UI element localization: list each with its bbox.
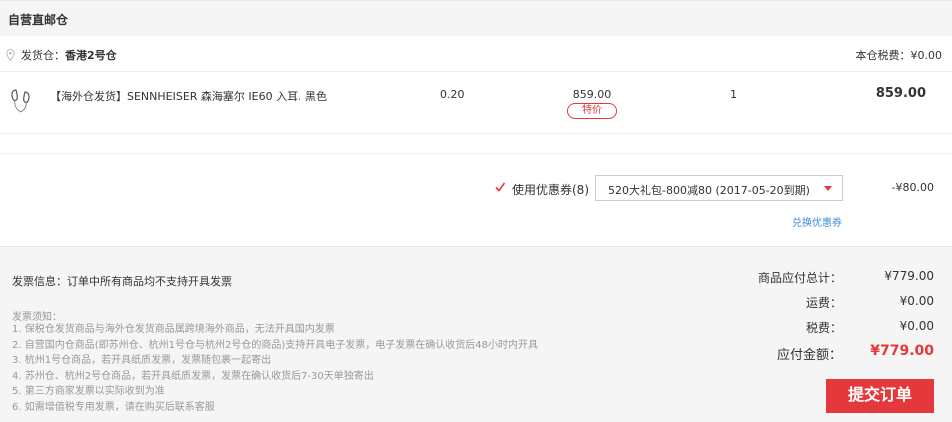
shipping-value: ¥0.00 — [899, 294, 934, 308]
goods-total-label: 商品应付总计： — [757, 271, 842, 285]
product-color: 黑色 — [305, 90, 327, 103]
product-subtotal: 859.00 — [875, 86, 926, 101]
warehouse-tax-label: 本仓税费： — [855, 49, 911, 62]
product-price: 859.00 — [572, 88, 612, 101]
exchange-coupon-link[interactable]: 兑换优惠券 — [792, 214, 842, 229]
coupon-label[interactable]: 使用优惠券(8) — [512, 181, 589, 198]
invoice-notice-item: 3. 杭州1号仓商品，若开具纸质发票，发票随包裹一起寄出 — [12, 355, 272, 367]
coupon-area: 使用优惠券(8) 520大礼包-800减80 (2017-05-20到期) -¥… — [0, 154, 952, 246]
invoice-notice-list: 1. 保税仓发货商品与海外仓发货商品属跨境海外商品，无法开具国内发票 2. 自营… — [12, 322, 538, 416]
product-quantity: 1 — [730, 88, 737, 101]
product-row: 【海外仓发货】SENNHEISER 森海塞尔 IE60 入耳... 黑色 0.2… — [0, 72, 952, 134]
order-summary-area: 发票信息：订单中所有商品均不支持开具发票 发票须知： 1. 保税仓发货商品与海外… — [0, 246, 952, 422]
shipping-label: 运费： — [805, 296, 842, 310]
invoice-notice-item: 6. 如需增值税专用发票，请在购买后联系客服 — [12, 401, 215, 413]
product-name-link[interactable]: 【海外仓发货】SENNHEISER 森海塞尔 IE60 入耳... — [50, 88, 300, 104]
section-title: 自营直邮仓 — [8, 13, 69, 27]
caret-down-icon — [824, 186, 832, 191]
invoice-info: 发票信息：订单中所有商品均不支持开具发票 — [12, 275, 232, 288]
warehouse-location: 发货仓： 香港2号仓 — [6, 47, 117, 63]
warehouse-tax: 本仓税费：¥0.00 — [856, 47, 943, 63]
warehouse-name: 香港2号仓 — [65, 49, 117, 62]
invoice-notice-title: 发票须知： — [12, 312, 62, 323]
warehouse-label: 发货仓： — [21, 49, 65, 62]
coupon-selected-value: 520大礼包-800减80 (2017-05-20到期) — [608, 184, 810, 197]
earphone-product-image[interactable] — [8, 86, 34, 114]
special-price-badge: 特价 — [567, 103, 617, 119]
payable-value: ¥779.00 — [870, 343, 934, 359]
warehouse-section-header: 自营直邮仓 — [0, 0, 952, 36]
location-pin-icon — [6, 49, 15, 61]
goods-total-value: ¥779.00 — [884, 269, 934, 283]
product-weight: 0.20 — [440, 88, 465, 101]
payable-label: 应付金额： — [776, 348, 842, 363]
warehouse-tax-value: ¥0.00 — [910, 49, 943, 62]
coupon-select[interactable]: 520大礼包-800减80 (2017-05-20到期) — [595, 175, 843, 201]
tax-value: ¥0.00 — [899, 319, 934, 333]
submit-order-button[interactable]: 提交订单 — [826, 379, 934, 413]
invoice-notice-item: 4. 苏州仓、杭州2号仓商品，若开具纸质发票，发票在确认收货后7-30天单独寄出 — [12, 370, 374, 382]
invoice-notice-item: 5. 第三方商家发票以实际收到为准 — [12, 386, 165, 398]
tax-label: 税费： — [805, 321, 842, 335]
invoice-notice-item: 2. 自营国内仓商品(即苏州仓、杭州1号仓与杭州2号仓的商品)支持开具电子发票，… — [12, 339, 538, 351]
invoice-notice-item: 1. 保税仓发货商品与海外仓发货商品属跨境海外商品，无法开具国内发票 — [12, 324, 335, 335]
row-divider — [0, 134, 952, 154]
coupon-checkbox[interactable] — [494, 181, 506, 193]
coupon-discount: -¥80.00 — [891, 181, 934, 194]
warehouse-row: 发货仓： 香港2号仓 本仓税费：¥0.00 — [0, 36, 952, 72]
